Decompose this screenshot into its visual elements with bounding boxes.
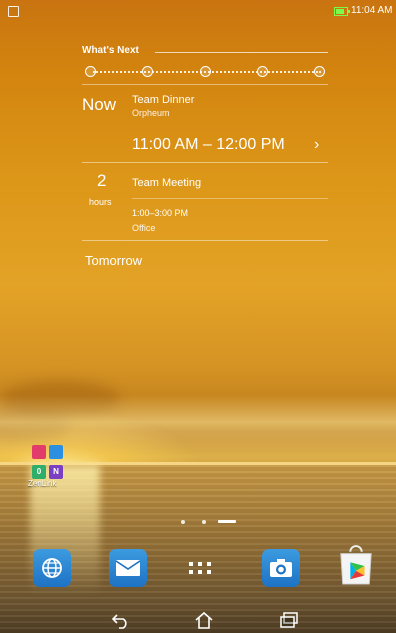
divider bbox=[132, 198, 328, 199]
timeline-node-icon bbox=[257, 66, 268, 77]
tomorrow-label[interactable]: Tomorrow bbox=[85, 253, 142, 268]
recent-apps-icon[interactable] bbox=[279, 611, 299, 629]
chevron-right-icon[interactable]: › bbox=[314, 136, 319, 154]
timeline-node-icon bbox=[85, 66, 96, 77]
party-link-icon bbox=[49, 445, 63, 459]
hours-until-value: 2 bbox=[97, 171, 107, 190]
share-link-icon bbox=[32, 445, 46, 459]
navigation-bar bbox=[0, 607, 396, 633]
hours-until-unit: hours bbox=[89, 197, 112, 207]
pc-link-icon: 0 bbox=[32, 464, 46, 479]
divider bbox=[82, 240, 328, 241]
event-time: 11:00 AM – 12:00 PM bbox=[132, 136, 285, 153]
notification-icon bbox=[8, 6, 19, 17]
email-icon[interactable] bbox=[109, 549, 147, 587]
play-store-icon[interactable] bbox=[337, 545, 375, 585]
page-dot bbox=[181, 520, 185, 524]
page-dot-current bbox=[218, 520, 236, 523]
divider bbox=[82, 84, 328, 85]
zenlink-folder[interactable]: 0N bbox=[30, 443, 70, 483]
event-title: Team Dinner bbox=[132, 94, 195, 106]
remote-link-icon: N bbox=[49, 464, 63, 479]
event-time: 1:00–3:00 PM bbox=[132, 208, 189, 218]
timeline-node-icon bbox=[142, 66, 153, 77]
title-divider bbox=[155, 52, 328, 53]
widget-title: What's Next bbox=[82, 45, 139, 56]
timeline-node-icon bbox=[314, 66, 325, 77]
home-screen: 11:04 AM What's Next Now Team Dinner Orp… bbox=[0, 0, 396, 633]
camera-icon[interactable] bbox=[262, 549, 300, 587]
status-bar[interactable]: 11:04 AM bbox=[0, 0, 396, 22]
status-clock: 11:04 AM bbox=[351, 5, 393, 16]
event-location: Orpheum bbox=[132, 108, 170, 118]
back-icon[interactable] bbox=[111, 611, 131, 629]
battery-icon bbox=[334, 7, 350, 16]
event-location: Office bbox=[132, 223, 156, 233]
folder-label: ZenLink bbox=[28, 479, 57, 488]
battery-fill bbox=[336, 9, 344, 14]
home-icon[interactable] bbox=[194, 611, 214, 629]
browser-icon[interactable] bbox=[33, 549, 71, 587]
page-dot bbox=[202, 520, 206, 524]
all-apps-icon[interactable] bbox=[185, 549, 215, 587]
event-title: Team Meeting bbox=[132, 177, 202, 189]
divider bbox=[82, 162, 328, 163]
event-relative-time: Now bbox=[82, 95, 117, 114]
timeline-node-icon bbox=[200, 66, 211, 77]
timeline bbox=[85, 65, 325, 79]
